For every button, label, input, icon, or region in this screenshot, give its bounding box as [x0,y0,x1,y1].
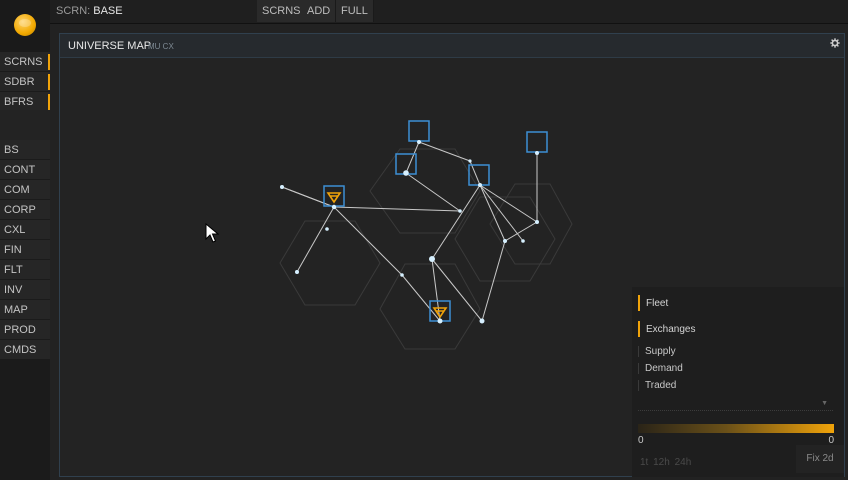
sidebar-item-bs[interactable]: BS [0,140,50,160]
system-node[interactable] [429,256,435,262]
system-node[interactable] [331,204,337,210]
legend-toggle-fleet[interactable]: Fleet [638,295,668,311]
system-node[interactable] [468,159,472,163]
system-node[interactable] [437,318,443,324]
system-nodes[interactable] [280,140,539,324]
full-button[interactable]: FULL [336,0,374,22]
orange-planet-logo-icon [14,14,36,36]
screen-name[interactable]: BASE [93,5,122,17]
sidebar-item-map[interactable]: MAP [0,300,50,320]
system-node[interactable] [403,170,409,176]
stations[interactable] [323,120,548,322]
sidebar-item-inv[interactable]: INV [0,280,50,300]
sidebar-group-commands: BS CONT COM CORP CXL FIN FLT INV MAP PRO… [0,140,50,360]
system-node[interactable] [325,227,329,231]
color-scale-bar [638,424,834,433]
panel-header: UNIVERSE MAP MU CX [60,34,844,58]
legend-mode-demand[interactable]: Demand [638,363,683,374]
screens-button[interactable]: SCRNS [257,0,307,22]
system-node[interactable] [458,209,462,213]
sidebar-group-screens: SCRNS SDBR BFRS [0,52,50,112]
sidebar-item-corp[interactable]: CORP [0,200,50,220]
system-node[interactable] [503,239,507,243]
system-node[interactable] [295,270,299,274]
system-node[interactable] [479,318,485,324]
sidebar: SCRNS SDBR BFRS BS CONT COM CORP CXL FIN… [0,50,50,480]
sidebar-divider [0,110,50,140]
sidebar-item-fin[interactable]: FIN [0,240,50,260]
sidebar-item-com[interactable]: COM [0,180,50,200]
system-node[interactable] [521,239,525,243]
mouse-cursor-icon [205,223,219,243]
system-node[interactable] [535,220,539,224]
system-node[interactable] [535,151,539,155]
sidebar-item-sdbr[interactable]: SDBR [0,72,50,92]
map-legend: Fleet Exchanges Supply Demand Traded ▼ 0… [632,287,844,477]
hex-sector[interactable] [279,220,381,306]
sidebar-item-prod[interactable]: PROD [0,320,50,340]
legend-mode-supply[interactable]: Supply [638,346,676,357]
color-scale-min: 0 [638,435,644,446]
hex-grid [279,148,573,350]
fleet-ship-icon[interactable] [326,192,342,204]
hex-sector[interactable] [369,148,481,234]
sidebar-item-scrns[interactable]: SCRNS [0,52,50,72]
fix-2d-button[interactable]: Fix 2d [796,445,844,473]
panel-command: MU CX [148,42,174,51]
panel-title: UNIVERSE MAP [68,40,152,52]
sidebar-item-cmds[interactable]: CMDS [0,340,50,360]
sidebar-item-cont[interactable]: CONT [0,160,50,180]
legend-divider [638,410,833,411]
time-range-options[interactable]: 1t 12h 24h [640,457,691,468]
route-lines [281,141,538,322]
gear-icon[interactable] [830,38,840,48]
legend-mode-traded[interactable]: Traded [638,380,676,391]
system-node[interactable] [400,273,404,277]
chevron-down-icon[interactable]: ▼ [821,400,828,407]
station-box[interactable] [526,131,548,153]
add-button[interactable]: ADD [302,0,337,22]
sidebar-item-cxl[interactable]: CXL [0,220,50,240]
sidebar-item-bfrs[interactable]: BFRS [0,92,50,112]
system-node[interactable] [478,183,482,187]
sidebar-item-flt[interactable]: FLT [0,260,50,280]
legend-toggle-exchanges[interactable]: Exchanges [638,321,695,337]
screen-indicator: SCRN: BASE [56,5,123,17]
system-node[interactable] [417,140,421,144]
top-bar: SCRN: BASE SCRNS ADD FULL [0,0,848,24]
station-box[interactable] [408,120,430,142]
system-node[interactable] [280,185,284,189]
screen-label: SCRN: [56,5,91,17]
logo-area[interactable] [0,0,50,50]
